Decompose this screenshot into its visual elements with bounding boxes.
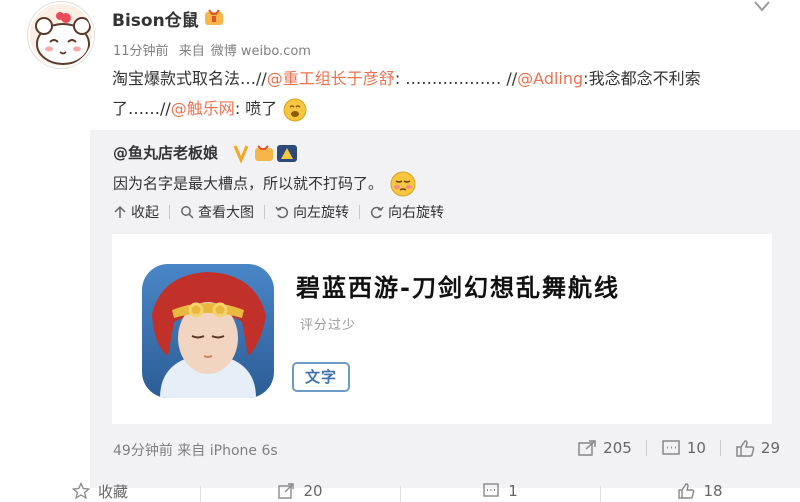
star-icon	[71, 482, 90, 500]
rotate-right-button[interactable]: 向右旋转	[370, 202, 444, 222]
comment-icon	[662, 440, 680, 455]
repost-author-name[interactable]: @鱼丸店老板娘	[113, 142, 218, 163]
repost-source-prefix: 来自	[177, 443, 206, 459]
post-time[interactable]: 11分钟前	[113, 44, 169, 59]
arrow-up-icon	[114, 205, 126, 218]
app-category-tag: 文字	[292, 362, 350, 392]
rotate-right-label: 向右旋转	[388, 205, 444, 221]
app-store-card-image[interactable]: 碧蓝西游-刀剑幻想乱舞航线 评分过少 文字	[112, 234, 772, 424]
member-badge-icon[interactable]	[204, 8, 224, 26]
rotate-left-label: 向左旋转	[293, 205, 349, 221]
repost-button[interactable]: 20	[200, 480, 400, 502]
collapse-button[interactable]: 收起	[113, 202, 159, 222]
post-author-name[interactable]: Bison仓鼠	[112, 6, 199, 31]
text-part: : ……………… //	[394, 69, 518, 88]
mention-link[interactable]: @Adling	[517, 69, 583, 88]
like-count: 18	[703, 482, 723, 500]
post-meta: 11分钟前 来自 微博 weibo.com	[113, 40, 317, 59]
thumb-up-icon	[736, 440, 755, 457]
repost-text: 因为名字是最大槽点，所以就不打码了。	[113, 170, 417, 198]
share-icon	[578, 440, 596, 456]
divider	[359, 205, 360, 219]
post-text: 淘宝爆款式取名法…//@重工组长于彦舒: ……………… //@Adling:我念…	[112, 64, 772, 124]
divider	[169, 205, 170, 219]
comment-button[interactable]: 1	[400, 480, 600, 502]
text-part: : 喷了	[234, 99, 278, 118]
like-button[interactable]: 18	[600, 480, 800, 502]
share-icon	[278, 483, 295, 499]
comment-icon	[483, 483, 499, 497]
magnifier-icon	[181, 206, 194, 219]
comment-count: 10	[686, 439, 706, 457]
image-toolbar: 收起 查看大图 向左旋转 向右旋转	[113, 202, 444, 222]
divider	[719, 440, 721, 456]
user-avatar[interactable]	[28, 2, 94, 68]
app-icon-image	[142, 264, 274, 398]
repost-block: @鱼丸店老板娘 因为名字是最大槽点，所以就不打码了。 收起 查看大图 向左旋转 …	[90, 130, 800, 488]
app-rating: 评分过少	[300, 318, 357, 333]
weibo-post-card: Bison仓鼠 11分钟前 来自 微博 weibo.com 淘宝爆款式取名法…//…	[0, 0, 800, 502]
repost-actions: 205 10 29	[577, 436, 780, 460]
mention-link[interactable]: @触乐网	[171, 99, 235, 118]
like-count: 29	[760, 439, 780, 457]
comment-count: 1	[508, 482, 518, 500]
repost-share-button[interactable]: 205	[577, 439, 632, 457]
repost-comment-button[interactable]: 10	[661, 439, 706, 457]
repost-count: 20	[303, 482, 323, 500]
chevron-down-icon[interactable]	[752, 0, 772, 16]
favorite-button[interactable]: 收藏	[0, 480, 200, 502]
emoji-icon	[390, 171, 416, 197]
thumb-up-icon	[678, 483, 695, 499]
view-large-button[interactable]: 查看大图	[180, 202, 254, 222]
emoji-icon	[283, 98, 307, 121]
rotate-left-icon	[275, 206, 289, 219]
repost-time[interactable]: 49分钟前	[113, 443, 173, 459]
rotate-left-button[interactable]: 向左旋转	[275, 202, 349, 222]
repost-source[interactable]: iPhone 6s	[210, 443, 278, 459]
post-action-bar: 收藏 20 1 18	[0, 480, 800, 502]
mention-link[interactable]: @重工组长于彦舒	[267, 69, 395, 88]
repost-like-button[interactable]: 29	[735, 439, 780, 457]
rotate-right-icon	[370, 206, 384, 219]
favorite-label: 收藏	[97, 482, 128, 501]
app-title: 碧蓝西游-刀剑幻想乱舞航线	[296, 274, 620, 302]
text-part: 淘宝爆款式取名法…//	[112, 69, 267, 88]
post-source[interactable]: 微博 weibo.com	[211, 44, 311, 59]
divider	[645, 440, 647, 456]
repost-meta: 49分钟前 来自 iPhone 6s	[113, 440, 278, 460]
post-source-prefix: 来自	[178, 44, 205, 59]
divider	[264, 205, 265, 219]
view-large-label: 查看大图	[198, 205, 254, 221]
repost-text-content: 因为名字是最大槽点，所以就不打码了。	[113, 174, 384, 193]
verified-badges-icon[interactable]	[233, 142, 309, 164]
repost-count: 205	[603, 439, 632, 457]
collapse-label: 收起	[131, 205, 159, 221]
